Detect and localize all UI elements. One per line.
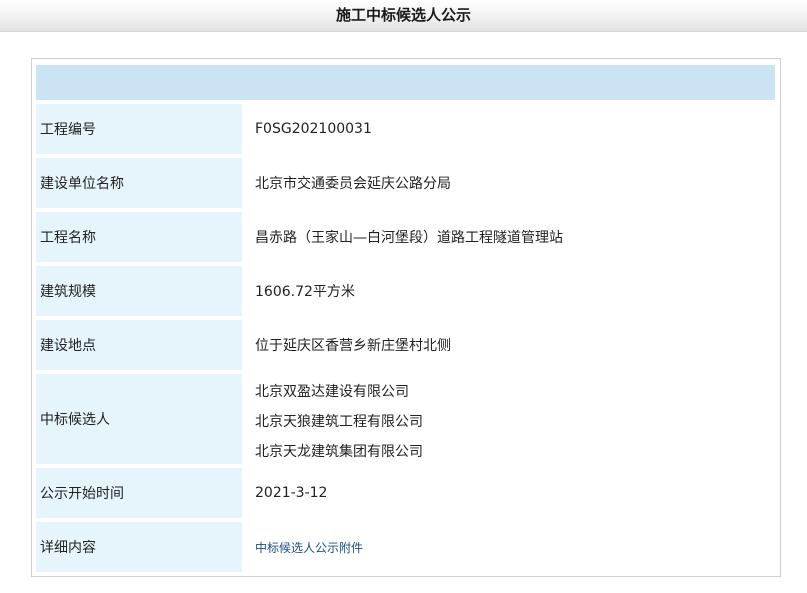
- row-value: 北京市交通委员会延庆公路分局: [255, 176, 451, 192]
- panel-header: [36, 65, 775, 100]
- candidate-item: 北京天龙建筑集团有限公司: [255, 444, 423, 460]
- row-value: F0SG202100031: [255, 121, 372, 137]
- title-bar: 施工中标候选人公示: [0, 0, 807, 32]
- candidate-list: 北京双盈达建设有限公司 北京天狼建筑工程有限公司 北京天龙建筑集团有限公司: [255, 374, 775, 464]
- row-publicity-start: 公示开始时间 2021-3-12: [36, 468, 775, 518]
- row-value: 中标候选人公示附件: [255, 522, 775, 572]
- row-details: 详细内容 中标候选人公示附件: [36, 522, 775, 572]
- row-label: 公示开始时间: [36, 468, 242, 518]
- row-label: 建设地点: [36, 320, 242, 370]
- row-label: 中标候选人: [36, 374, 242, 464]
- row-label: 工程编号: [36, 104, 242, 154]
- row-value: 1606.72平方米: [255, 284, 355, 300]
- row-label: 建设单位名称: [36, 158, 242, 208]
- row-project-name: 工程名称 昌赤路（王家山—白河堡段）道路工程隧道管理站: [36, 212, 775, 262]
- row-construction-site: 建设地点 位于延庆区香营乡新庄堡村北侧: [36, 320, 775, 370]
- row-value: 位于延庆区香营乡新庄堡村北侧: [255, 338, 451, 354]
- page-title: 施工中标候选人公示: [335, 6, 471, 24]
- row-building-scale: 建筑规模 1606.72平方米: [36, 266, 775, 316]
- row-label: 建筑规模: [36, 266, 242, 316]
- row-builder-unit: 建设单位名称 北京市交通委员会延庆公路分局: [36, 158, 775, 208]
- candidate-item: 北京天狼建筑工程有限公司: [255, 414, 423, 430]
- candidate-item: 北京双盈达建设有限公司: [255, 384, 409, 400]
- row-label: 详细内容: [36, 522, 242, 572]
- row-winning-candidates: 中标候选人 北京双盈达建设有限公司 北京天狼建筑工程有限公司 北京天龙建筑集团有…: [36, 374, 775, 464]
- row-label: 工程名称: [36, 212, 242, 262]
- row-value: 昌赤路（王家山—白河堡段）道路工程隧道管理站: [255, 230, 563, 246]
- row-value: 2021-3-12: [255, 485, 328, 501]
- attachment-link[interactable]: 中标候选人公示附件: [255, 539, 363, 556]
- row-project-number: 工程编号 F0SG202100031: [36, 104, 775, 154]
